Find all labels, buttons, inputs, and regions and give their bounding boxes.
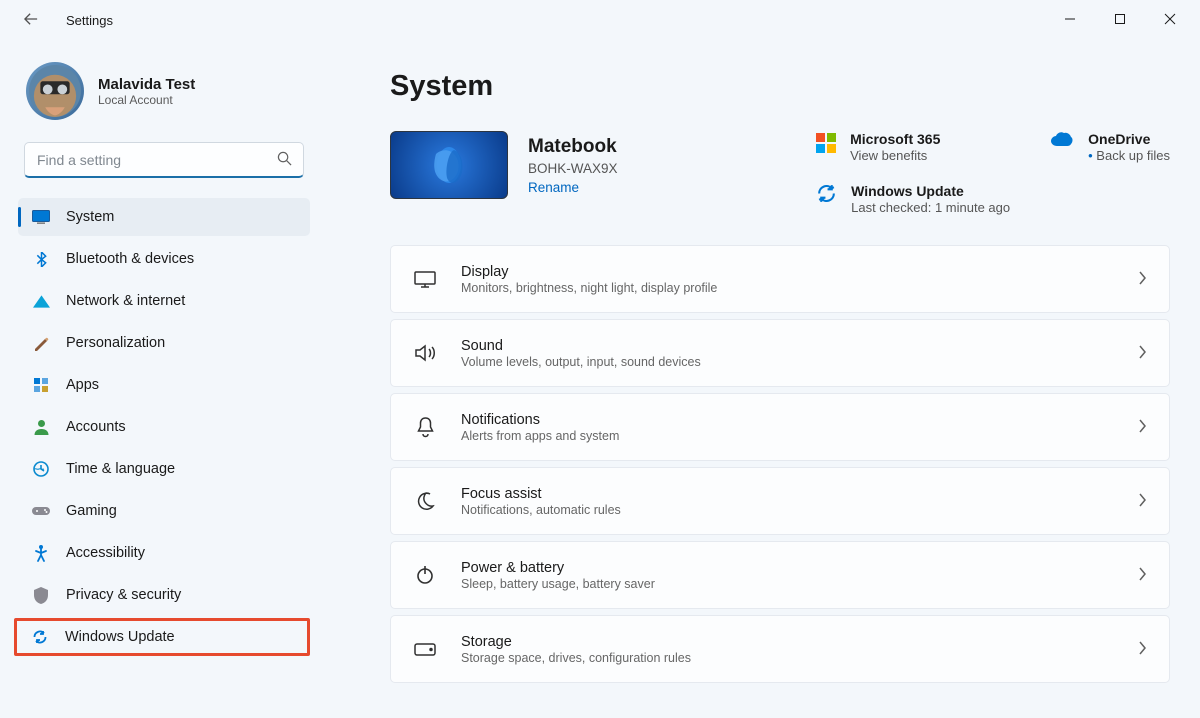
chevron-right-icon <box>1138 345 1147 362</box>
access-icon <box>32 544 50 562</box>
sidebar-item-time[interactable]: Time & language <box>18 450 310 488</box>
promo-onedrive-title: OneDrive <box>1088 131 1170 147</box>
power-icon <box>413 565 437 585</box>
sidebar-item-network[interactable]: Network & internet <box>18 282 310 320</box>
sidebar-item-label: Personalization <box>66 335 165 351</box>
rename-link[interactable]: Rename <box>528 180 618 195</box>
device-thumbnail <box>390 131 508 199</box>
account-type: Local Account <box>98 93 195 107</box>
time-icon <box>32 460 50 478</box>
sidebar: Malavida Test Local Account System Bluet… <box>0 40 320 718</box>
sidebar-item-label: System <box>66 209 114 225</box>
promo-update-sub: Last checked: 1 minute ago <box>851 200 1010 215</box>
setting-card-focus[interactable]: Focus assist Notifications, automatic ru… <box>390 467 1170 535</box>
titlebar: Settings <box>0 0 1200 40</box>
sidebar-item-label: Network & internet <box>66 293 185 309</box>
setting-subtitle: Notifications, automatic rules <box>461 503 621 517</box>
promo-onedrive[interactable]: OneDrive Back up files <box>1050 131 1170 163</box>
sidebar-item-label: Bluetooth & devices <box>66 251 194 267</box>
chevron-right-icon <box>1138 419 1147 436</box>
promo-onedrive-sub: Back up files <box>1088 148 1170 163</box>
setting-card-notif[interactable]: Notifications Alerts from apps and syste… <box>390 393 1170 461</box>
setting-subtitle: Storage space, drives, configuration rul… <box>461 651 691 665</box>
setting-card-sound[interactable]: Sound Volume levels, output, input, soun… <box>390 319 1170 387</box>
update-icon <box>31 628 49 646</box>
sidebar-item-label: Time & language <box>66 461 175 477</box>
sidebar-item-privacy[interactable]: Privacy & security <box>18 576 310 614</box>
setting-card-storage[interactable]: Storage Storage space, drives, configura… <box>390 615 1170 683</box>
setting-subtitle: Alerts from apps and system <box>461 429 619 443</box>
sidebar-item-label: Gaming <box>66 503 117 519</box>
page-title: System <box>390 70 1170 103</box>
chevron-right-icon <box>1138 271 1147 288</box>
accounts-icon <box>32 418 50 436</box>
nav-list: System Bluetooth & devices Network & int… <box>18 198 310 656</box>
device-info-row: Matebook BOHK-WAX9X Rename Microsoft 365… <box>390 131 1170 215</box>
main-content: System Matebook BOHK-WAX9X Rename Micros… <box>320 40 1200 718</box>
notif-icon <box>413 417 437 438</box>
promo-m365-title: Microsoft 365 <box>850 131 940 147</box>
promo-windows-update[interactable]: Windows Update Last checked: 1 minute ag… <box>816 183 1010 215</box>
system-icon <box>32 208 50 226</box>
minimize-button[interactable] <box>1060 12 1080 28</box>
search-wrap <box>24 142 304 178</box>
device-name: Matebook <box>528 136 618 158</box>
setting-title: Notifications <box>461 412 619 428</box>
sidebar-item-label: Windows Update <box>65 629 175 645</box>
chevron-right-icon <box>1138 567 1147 584</box>
sidebar-item-label: Accounts <box>66 419 126 435</box>
promo-update-title: Windows Update <box>851 183 1010 199</box>
setting-title: Focus assist <box>461 486 621 502</box>
setting-card-display[interactable]: Display Monitors, brightness, night ligh… <box>390 245 1170 313</box>
sidebar-item-update[interactable]: Windows Update <box>14 618 310 656</box>
setting-subtitle: Monitors, brightness, night light, displ… <box>461 281 717 295</box>
sidebar-item-accounts[interactable]: Accounts <box>18 408 310 446</box>
settings-cards: Display Monitors, brightness, night ligh… <box>390 245 1170 683</box>
promo-m365[interactable]: Microsoft 365 View benefits <box>816 131 1010 163</box>
user-profile[interactable]: Malavida Test Local Account <box>18 48 310 142</box>
onedrive-icon <box>1050 131 1074 150</box>
storage-icon <box>413 643 437 656</box>
personal-icon <box>32 334 50 352</box>
setting-title: Display <box>461 264 717 280</box>
gaming-icon <box>32 502 50 520</box>
microsoft-logo-icon <box>816 133 836 153</box>
update-icon <box>816 183 837 207</box>
user-avatar <box>26 62 84 120</box>
privacy-icon <box>32 586 50 604</box>
sidebar-item-bluetooth[interactable]: Bluetooth & devices <box>18 240 310 278</box>
setting-subtitle: Volume levels, output, input, sound devi… <box>461 355 701 369</box>
sidebar-item-apps[interactable]: Apps <box>18 366 310 404</box>
device-block[interactable]: Matebook BOHK-WAX9X Rename <box>390 131 618 199</box>
setting-title: Storage <box>461 634 691 650</box>
search-icon <box>277 151 292 169</box>
sidebar-item-label: Privacy & security <box>66 587 181 603</box>
user-name: Malavida Test <box>98 76 195 93</box>
chevron-right-icon <box>1138 641 1147 658</box>
window-title: Settings <box>66 13 113 28</box>
back-button[interactable] <box>24 12 44 29</box>
apps-icon <box>32 376 50 394</box>
chevron-right-icon <box>1138 493 1147 510</box>
sound-icon <box>413 344 437 362</box>
promo-m365-sub: View benefits <box>850 148 940 163</box>
setting-subtitle: Sleep, battery usage, battery saver <box>461 577 655 591</box>
device-model: BOHK-WAX9X <box>528 161 618 176</box>
setting-title: Power & battery <box>461 560 655 576</box>
sidebar-item-system[interactable]: System <box>18 198 310 236</box>
sidebar-item-label: Accessibility <box>66 545 145 561</box>
bluetooth-icon <box>32 250 50 268</box>
sidebar-item-access[interactable]: Accessibility <box>18 534 310 572</box>
sidebar-item-gaming[interactable]: Gaming <box>18 492 310 530</box>
focus-icon <box>413 492 437 511</box>
search-input[interactable] <box>24 142 304 178</box>
sidebar-item-label: Apps <box>66 377 99 393</box>
network-icon <box>32 292 50 310</box>
display-icon <box>413 271 437 288</box>
sidebar-item-personal[interactable]: Personalization <box>18 324 310 362</box>
maximize-button[interactable] <box>1110 12 1130 28</box>
close-button[interactable] <box>1160 12 1180 28</box>
setting-card-power[interactable]: Power & battery Sleep, battery usage, ba… <box>390 541 1170 609</box>
setting-title: Sound <box>461 338 701 354</box>
